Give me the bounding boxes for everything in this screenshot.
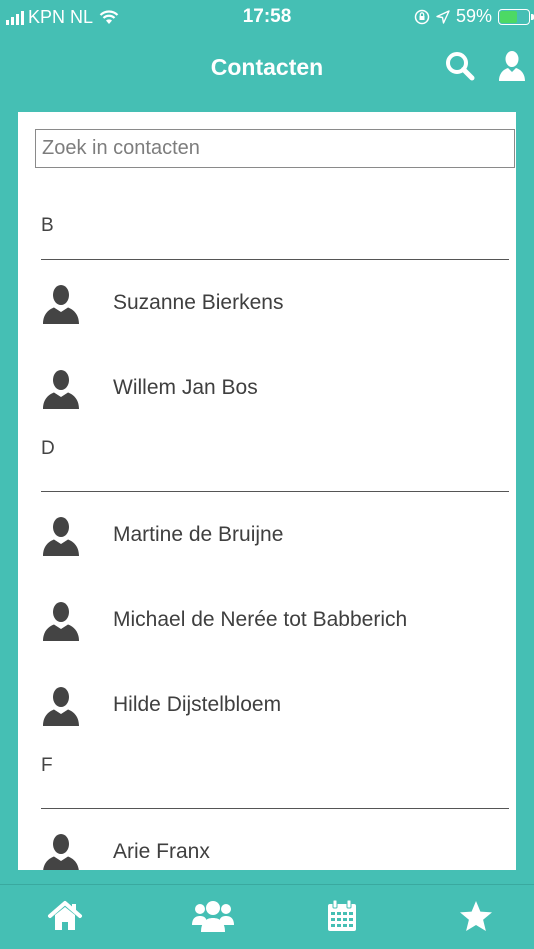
user-icon [499, 51, 525, 81]
contact-name: Willem Jan Bos [113, 376, 258, 399]
location-arrow-icon [436, 9, 450, 24]
tab-favorites[interactable] [456, 899, 496, 935]
tab-calendar[interactable] [322, 899, 362, 935]
contacts-panel: B Suzanne Bierkens Willem Jan Bos D [18, 112, 516, 870]
section-letter: D [41, 438, 55, 459]
section-header-f: F [41, 747, 509, 809]
section-header-b: B [41, 168, 509, 260]
bottom-tab-bar [0, 884, 534, 949]
contact-avatar-icon [43, 834, 79, 870]
calendar-icon [328, 899, 356, 931]
search-input[interactable] [35, 129, 515, 168]
app-header: Contacten [0, 34, 534, 98]
contact-avatar-icon [43, 517, 79, 556]
contact-item[interactable]: Hilde Dijstelbloem [18, 662, 516, 747]
contact-name: Arie Franx [113, 840, 210, 863]
section-letter: F [41, 755, 53, 776]
orientation-lock-icon [414, 9, 430, 24]
favorites-icon [460, 901, 492, 931]
contact-item[interactable]: Arie Franx [18, 809, 516, 870]
contacts-icon [192, 901, 234, 932]
contact-item[interactable]: Martine de Bruijne [18, 492, 516, 577]
home-icon [48, 901, 82, 930]
contact-name: Martine de Bruijne [113, 523, 284, 546]
contact-avatar-icon [43, 687, 79, 726]
profile-button[interactable] [496, 50, 528, 82]
contact-avatar-icon [43, 285, 79, 324]
battery-icon [498, 8, 534, 25]
section-letter: B [41, 215, 54, 236]
battery-level [500, 10, 517, 23]
status-right: 59% [414, 6, 534, 27]
contact-name: Suzanne Bierkens [113, 291, 284, 314]
status-bar: KPN NL 17:58 59% [0, 0, 534, 34]
contact-name: Hilde Dijstelbloem [113, 693, 282, 716]
battery-percent: 59% [455, 6, 492, 26]
tab-home[interactable] [45, 899, 85, 935]
contact-avatar-icon [43, 602, 79, 641]
tab-contacts[interactable] [191, 899, 234, 935]
contact-list[interactable]: B Suzanne Bierkens Willem Jan Bos D Mart… [18, 168, 516, 870]
search-icon [446, 52, 475, 81]
section-header-d: D [41, 430, 509, 492]
contact-name: Michael de Nerée tot Babberich [113, 608, 408, 631]
contact-item[interactable]: Suzanne Bierkens [18, 260, 516, 345]
contact-avatar-icon [43, 370, 79, 409]
contact-item[interactable]: Michael de Nerée tot Babberich [18, 577, 516, 662]
search-button[interactable] [444, 50, 476, 82]
contact-item[interactable]: Willem Jan Bos [18, 345, 516, 430]
